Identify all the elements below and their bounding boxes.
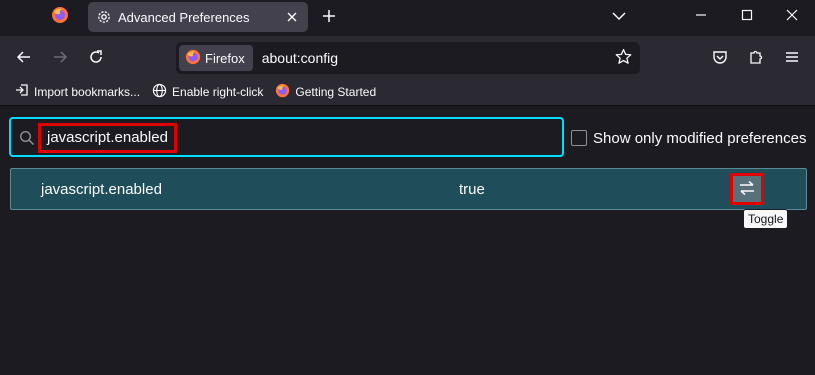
list-all-tabs-button[interactable] <box>596 0 642 32</box>
config-page: javascript.enabled Show only modified pr… <box>0 107 815 375</box>
bookmark-getting-started[interactable]: Getting Started <box>270 81 381 103</box>
bookmark-star-button[interactable] <box>608 43 638 73</box>
reload-button[interactable] <box>81 43 111 73</box>
pref-name: javascript.enabled <box>41 181 162 198</box>
back-button[interactable] <box>9 43 39 73</box>
arrow-left-icon <box>16 49 32 68</box>
plus-icon <box>322 9 336 26</box>
modified-filter[interactable]: Show only modified preferences <box>571 128 806 148</box>
close-window-button[interactable] <box>769 0 815 32</box>
hamburger-menu-icon <box>784 49 800 68</box>
new-tab-button[interactable] <box>316 4 342 30</box>
close-tab-icon[interactable] <box>281 6 303 28</box>
pocket-button[interactable] <box>705 43 735 73</box>
identity-box[interactable]: Firefox <box>179 45 253 71</box>
modified-only-checkbox[interactable] <box>571 130 587 146</box>
pocket-icon <box>712 49 728 68</box>
maximize-button[interactable] <box>724 0 770 32</box>
star-icon <box>615 48 632 68</box>
firefox-menu-tab[interactable] <box>40 0 80 32</box>
search-icon <box>19 130 35 146</box>
forward-button[interactable] <box>45 43 75 73</box>
bookmark-import[interactable]: Import bookmarks... <box>10 81 145 103</box>
minimize-icon <box>695 9 707 24</box>
bookmarks-toolbar: Import bookmarks... Enable right-click G… <box>0 78 815 106</box>
tab-strip: Advanced Preferences <box>0 0 815 34</box>
app-menu-button[interactable] <box>777 43 807 73</box>
import-icon <box>15 83 29 100</box>
firefox-icon <box>51 6 69 27</box>
url-bar[interactable]: Firefox about:config <box>176 42 640 74</box>
firefox-icon <box>275 83 290 101</box>
reload-icon <box>88 49 104 68</box>
gear-icon <box>95 8 113 26</box>
tab-title: Advanced Preferences <box>118 9 250 25</box>
toggle-arrows-icon <box>738 180 756 199</box>
bookmark-label: Getting Started <box>295 84 377 99</box>
firefox-icon <box>185 49 201 68</box>
tab-advanced-preferences[interactable]: Advanced Preferences <box>88 2 308 32</box>
arrow-right-icon <box>52 49 68 68</box>
maximize-icon <box>741 9 753 24</box>
search-value[interactable]: javascript.enabled <box>38 123 177 153</box>
url-text[interactable]: about:config <box>262 50 608 66</box>
globe-icon <box>152 83 167 101</box>
toggle-button[interactable] <box>730 173 764 205</box>
bookmark-label: Import bookmarks... <box>34 84 141 99</box>
bookmark-label: Enable right-click <box>172 84 264 99</box>
extensions-button[interactable] <box>741 43 771 73</box>
preference-search-input[interactable]: javascript.enabled <box>9 117 564 157</box>
toggle-tooltip: Toggle <box>743 209 789 229</box>
chevron-down-icon <box>612 9 626 24</box>
table-row[interactable]: javascript.enabled true <box>10 168 807 210</box>
close-icon <box>786 9 798 24</box>
pref-value[interactable]: true <box>459 181 485 198</box>
bookmark-enable-right-click[interactable]: Enable right-click <box>147 81 268 103</box>
minimize-button[interactable] <box>678 0 724 32</box>
identity-label: Firefox <box>205 50 245 66</box>
modified-only-label[interactable]: Show only modified preferences <box>593 130 806 147</box>
puzzle-icon <box>748 49 764 68</box>
